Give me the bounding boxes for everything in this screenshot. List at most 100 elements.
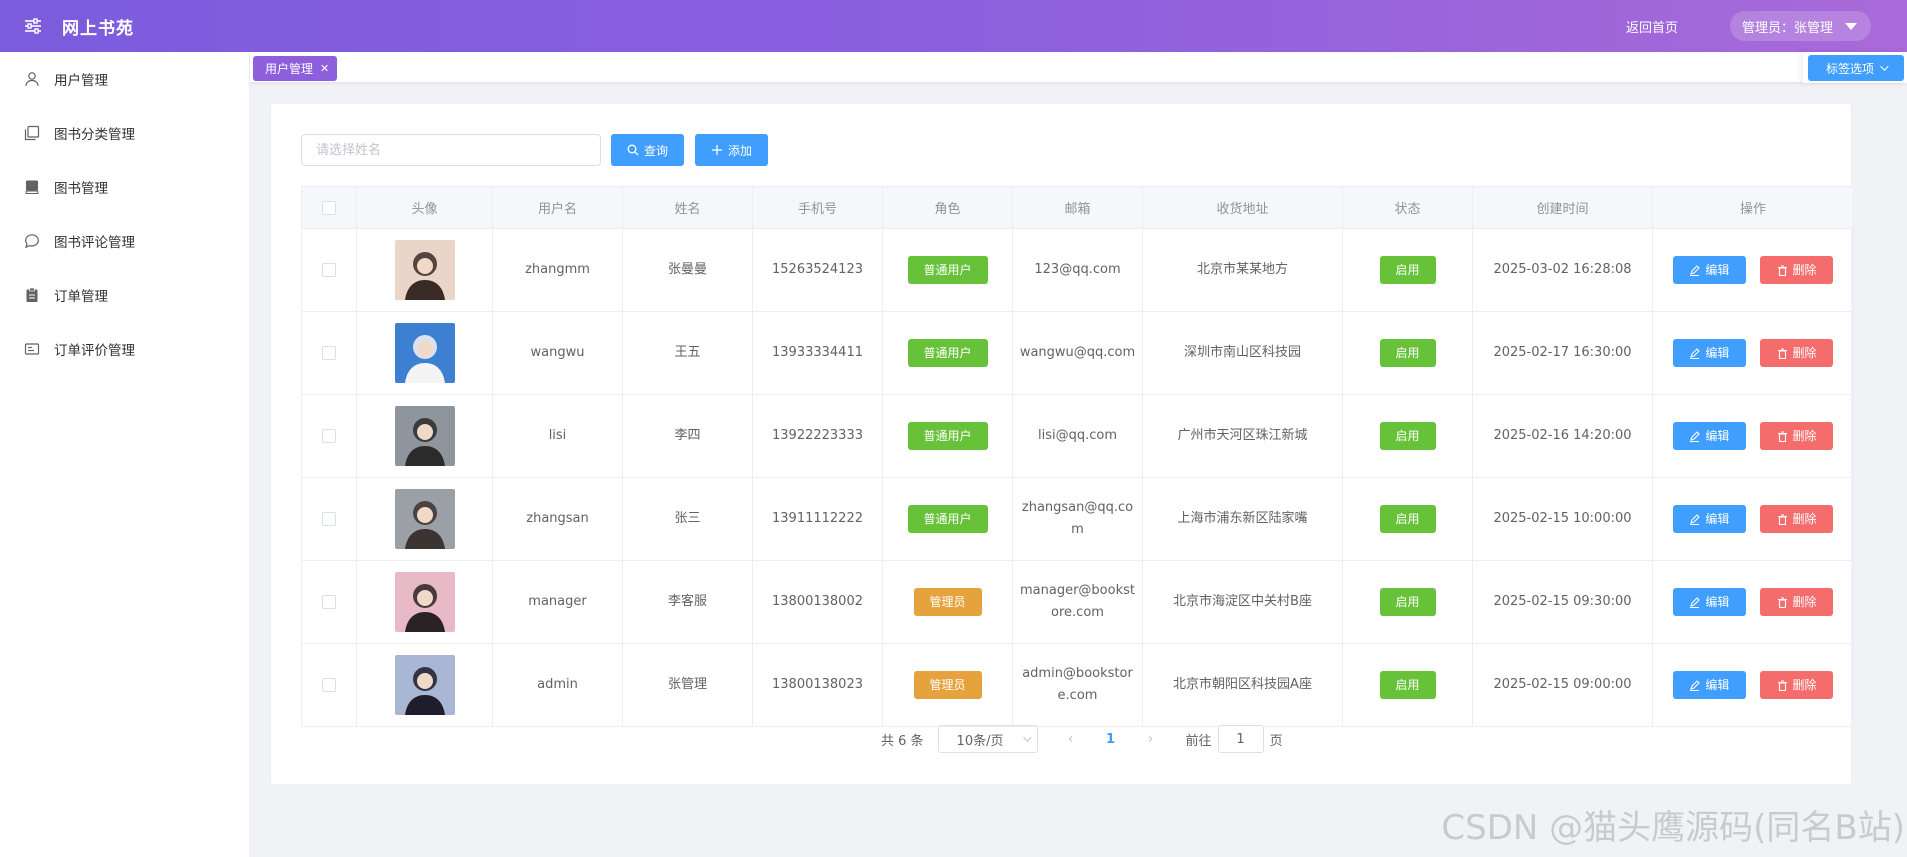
jump-prefix: 前往	[1185, 733, 1212, 749]
top-header: 网上书苑 返回首页 管理员：张管理	[0, 0, 1907, 52]
user-icon	[24, 71, 40, 87]
jump-suffix: 页	[1269, 733, 1283, 749]
edit-button[interactable]: 编辑	[1672, 505, 1746, 533]
select-cell	[301, 477, 357, 561]
edit-label: 编辑	[1705, 429, 1730, 443]
sidebar-item-label: 订单管理	[54, 289, 108, 305]
username-cell: manager	[492, 560, 623, 644]
delete-button[interactable]: 删除	[1760, 588, 1834, 616]
table-row: admin 张管理 13800138023 管理员 admin@bookstor…	[301, 643, 1854, 727]
sidebar-item-label: 订单评价管理	[54, 343, 135, 359]
tab-user-management[interactable]: 用户管理 ✕	[253, 56, 338, 81]
edit-button[interactable]: 编辑	[1672, 256, 1746, 284]
page-number[interactable]: 1	[1096, 732, 1126, 747]
actions-cell: 编辑 删除	[1652, 394, 1854, 478]
row-checkbox[interactable]	[322, 511, 336, 526]
address-cell: 北京市某某地方	[1142, 228, 1343, 312]
jump-page-input[interactable]	[1217, 725, 1264, 753]
edit-button[interactable]: 编辑	[1672, 422, 1746, 450]
delete-button[interactable]: 删除	[1760, 422, 1834, 450]
avatar-cell	[356, 560, 493, 644]
query-button[interactable]: 查询	[611, 134, 684, 166]
column-header: 角色	[882, 186, 1013, 229]
select-cell	[301, 394, 357, 478]
page-size-select[interactable]: 10条/页	[937, 725, 1038, 753]
delete-button[interactable]: 删除	[1760, 256, 1834, 284]
delete-button[interactable]: 删除	[1760, 339, 1834, 367]
user-menu[interactable]: 管理员：张管理	[1729, 11, 1871, 41]
close-icon[interactable]: ✕	[320, 62, 329, 75]
table-row: manager 李客服 13800138002 管理员 manager@book…	[301, 560, 1854, 644]
sidebar-item-users[interactable]: 用户管理	[0, 52, 249, 106]
delete-label: 删除	[1792, 595, 1817, 609]
row-checkbox[interactable]	[322, 428, 336, 443]
trash-icon	[1777, 513, 1788, 525]
edit-button[interactable]: 编辑	[1672, 671, 1746, 699]
sidebar-item-label: 图书分类管理	[54, 127, 135, 143]
table-row: lisi 李四 13922223333 普通用户 lisi@qq.com 广州市…	[301, 394, 1854, 478]
delete-label: 删除	[1792, 678, 1817, 692]
home-link[interactable]: 返回首页	[1626, 17, 1678, 36]
status-cell: 启用	[1342, 643, 1473, 727]
username-cell: zhangmm	[492, 228, 623, 312]
status-cell: 启用	[1342, 394, 1473, 478]
role-cell: 普通用户	[882, 477, 1013, 561]
status-badge: 启用	[1379, 339, 1436, 367]
avatar	[394, 489, 455, 549]
created-cell: 2025-02-16 14:20:00	[1472, 394, 1653, 478]
row-checkbox[interactable]	[322, 677, 336, 692]
clipboard-icon	[24, 287, 40, 303]
sidebar-item-books[interactable]: 图书管理	[0, 160, 249, 214]
username-cell: admin	[492, 643, 623, 727]
sidebar-item-label: 用户管理	[54, 73, 108, 89]
row-checkbox[interactable]	[322, 594, 336, 609]
query-label: 查询	[643, 143, 668, 158]
phone-cell: 13911112222	[752, 477, 883, 561]
delete-label: 删除	[1792, 429, 1817, 443]
phone-cell: 13922223333	[752, 394, 883, 478]
plus-icon	[711, 144, 723, 156]
sidebar-item-orders[interactable]: 订单管理	[0, 268, 249, 322]
add-button[interactable]: 添加	[695, 134, 768, 166]
role-tag: 普通用户	[907, 422, 988, 450]
add-label: 添加	[727, 143, 752, 158]
search-input[interactable]	[301, 134, 601, 166]
book-icon	[24, 179, 40, 195]
edit-button[interactable]: 编辑	[1672, 588, 1746, 616]
status-badge: 启用	[1379, 422, 1436, 450]
actions-cell: 编辑 删除	[1652, 643, 1854, 727]
trash-icon	[1777, 347, 1788, 359]
card-icon	[24, 341, 40, 357]
row-checkbox[interactable]	[322, 262, 336, 277]
delete-button[interactable]: 删除	[1760, 671, 1834, 699]
sidebar-item-book-comments[interactable]: 图书评论管理	[0, 214, 249, 268]
table-row: zhangsan 张三 13911112222 普通用户 zhangsan@qq…	[301, 477, 1854, 561]
column-header: 创建时间	[1472, 186, 1653, 229]
chat-icon	[24, 233, 40, 249]
column-header: 手机号	[752, 186, 883, 229]
edit-button[interactable]: 编辑	[1672, 339, 1746, 367]
edit-icon	[1689, 347, 1701, 359]
role-cell: 普通用户	[882, 311, 1013, 395]
select-all-checkbox[interactable]	[322, 200, 336, 215]
avatar	[394, 655, 455, 715]
table-header-row: 头像 用户名 姓名 手机号 角色 邮箱 收货地址 状态 创建时间 操作	[301, 186, 1854, 229]
sidebar-item-order-reviews[interactable]: 订单评价管理	[0, 322, 249, 376]
tag-options-button[interactable]: 标签选项	[1808, 55, 1904, 81]
app-title: 网上书苑	[62, 18, 134, 39]
name-cell: 张三	[622, 477, 753, 561]
delete-label: 删除	[1792, 263, 1817, 277]
trash-icon	[1777, 264, 1788, 276]
actions-cell: 编辑 删除	[1652, 477, 1854, 561]
pagination-total: 共 6 条	[881, 733, 924, 749]
prev-page-button[interactable]: ‹	[1056, 731, 1086, 747]
sidebar-item-book-categories[interactable]: 图书分类管理	[0, 106, 249, 160]
row-checkbox[interactable]	[322, 345, 336, 360]
next-page-button[interactable]: ›	[1136, 731, 1166, 747]
watermark: CSDN @猫头鹰源码(同名B站)	[1441, 808, 1905, 848]
sliders-icon[interactable]	[16, 9, 50, 43]
trash-icon	[1777, 679, 1788, 691]
delete-label: 删除	[1792, 346, 1817, 360]
username-cell: zhangsan	[492, 477, 623, 561]
delete-button[interactable]: 删除	[1760, 505, 1834, 533]
